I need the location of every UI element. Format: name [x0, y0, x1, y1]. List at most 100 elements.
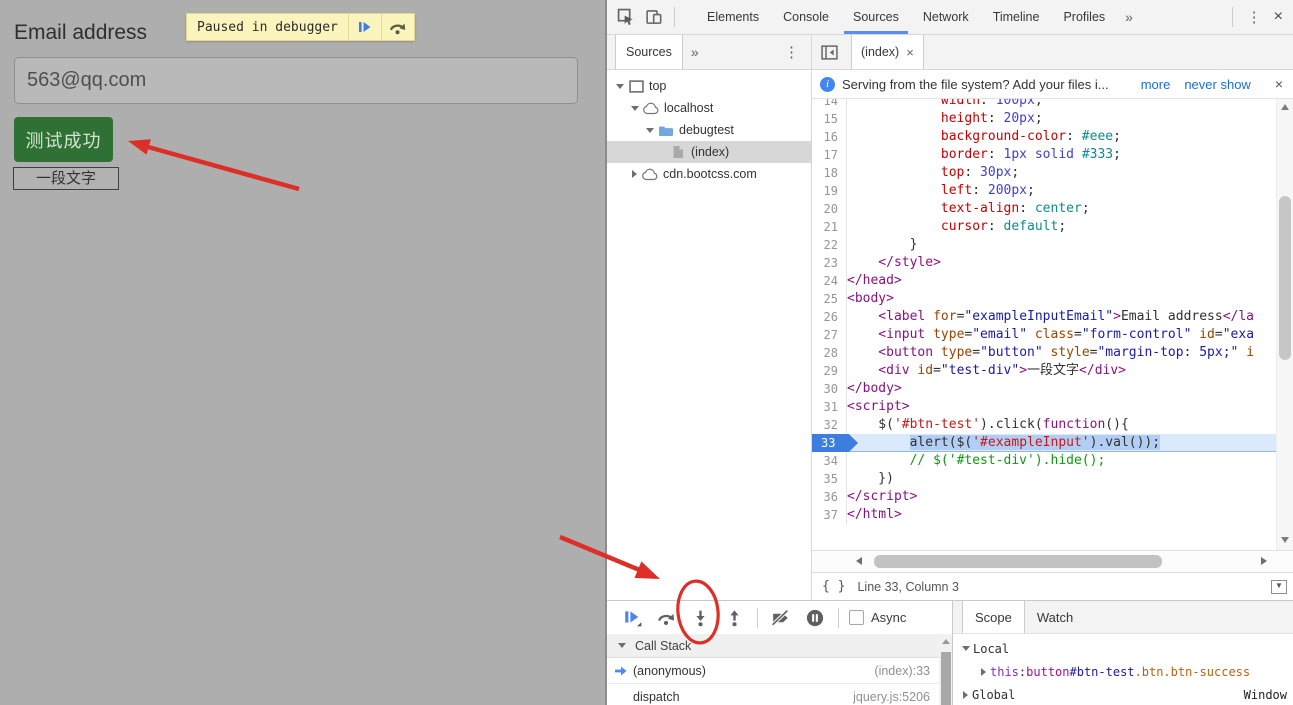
tab-elements[interactable]: Elements — [695, 0, 771, 34]
tab-console[interactable]: Console — [771, 0, 841, 34]
line-number[interactable]: 35 — [812, 470, 847, 488]
code-line[interactable]: background-color: #eee; — [847, 128, 1276, 146]
line-number[interactable]: 15 — [812, 110, 847, 128]
scroll-up-icon[interactable] — [1281, 104, 1289, 110]
line-number[interactable]: 22 — [812, 236, 847, 254]
email-input[interactable] — [14, 57, 578, 104]
tree-item-localhost[interactable]: localhost — [607, 97, 811, 119]
code-line[interactable]: cursor: default; — [847, 218, 1276, 236]
disclosure-icon[interactable] — [631, 105, 639, 111]
show-drawer-icon[interactable]: ▼ — [1271, 579, 1287, 594]
scope-row[interactable]: this: button #btn-test .btn.btn-success — [953, 660, 1293, 683]
code-line[interactable]: <button type="button" style="margin-top:… — [847, 344, 1276, 362]
line-number[interactable]: 24 — [812, 272, 847, 290]
editor-vertical-scrollbar[interactable] — [1276, 99, 1293, 550]
code-line[interactable]: <input type="email" class="form-control"… — [847, 326, 1276, 344]
step-over-icon[interactable] — [653, 606, 679, 630]
code-editor[interactable]: width: 100px; height: 20px; background-col… — [812, 99, 1293, 550]
notification-close-icon[interactable]: × — [1275, 76, 1283, 92]
code-line[interactable]: }) — [847, 470, 1276, 488]
scope-row-local[interactable]: Local — [953, 637, 1293, 660]
code-line[interactable]: </body> — [847, 380, 1276, 398]
resume-script-icon[interactable] — [349, 19, 381, 35]
line-number[interactable]: 29 — [812, 362, 847, 380]
code-line[interactable]: <script> — [847, 398, 1276, 416]
line-number[interactable]: 36 — [812, 488, 847, 506]
toggle-sidebar-icon[interactable] — [818, 42, 840, 62]
disclosure-icon[interactable] — [616, 83, 624, 89]
scroll-right-icon[interactable] — [1261, 557, 1267, 565]
line-number[interactable]: 27 — [812, 326, 847, 344]
pretty-print-icon[interactable]: { } — [812, 579, 857, 594]
never-show-link[interactable]: never show — [1184, 77, 1250, 92]
disclosure-icon[interactable] — [962, 646, 970, 651]
code-line[interactable]: left: 200px; — [847, 182, 1276, 200]
scope-row-global[interactable]: Global Window — [953, 683, 1293, 705]
code-line[interactable]: <body> — [847, 290, 1276, 308]
line-number[interactable]: 21 — [812, 218, 847, 236]
scroll-up-icon[interactable] — [941, 639, 950, 644]
execution-line-number[interactable]: 33 — [812, 434, 858, 452]
tab-network[interactable]: Network — [911, 0, 981, 34]
code-line[interactable]: </script> — [847, 488, 1276, 506]
tree-item--index-[interactable]: (index) — [607, 141, 811, 163]
step-into-icon[interactable] — [687, 606, 713, 630]
code-line[interactable]: width: 100px; — [847, 99, 1276, 110]
disclosure-icon[interactable] — [632, 170, 637, 178]
devtools-menu-icon[interactable]: ⋮ — [1239, 8, 1270, 26]
tree-item-top[interactable]: top — [607, 75, 811, 97]
line-number[interactable]: 30 — [812, 380, 847, 398]
sidebar-tab-watch[interactable]: Watch — [1025, 601, 1085, 633]
device-mode-icon[interactable] — [643, 7, 665, 27]
test-button[interactable]: 测试成功 — [14, 117, 113, 162]
line-number[interactable]: 32 — [812, 416, 847, 434]
inspect-element-icon[interactable] — [615, 7, 637, 27]
navigator-tab-sources[interactable]: Sources — [615, 35, 683, 69]
code-line[interactable]: top: 30px; — [847, 164, 1276, 182]
tab-profiles[interactable]: Profiles — [1051, 0, 1117, 34]
disclosure-icon[interactable] — [981, 667, 986, 676]
scroll-down-icon[interactable] — [1281, 537, 1289, 543]
editor-horizontal-scrollbar[interactable] — [812, 550, 1293, 572]
line-number[interactable]: 37 — [812, 506, 847, 524]
editor-tab-index[interactable]: (index) × — [851, 35, 924, 69]
line-number[interactable]: 19 — [812, 182, 847, 200]
more-tabs-chevron-icon[interactable]: » — [1117, 9, 1141, 25]
line-number[interactable]: 23 — [812, 254, 847, 272]
navigator-overflow-chevron-icon[interactable]: » — [683, 44, 707, 60]
call-stack-scrollbar[interactable] — [939, 634, 952, 705]
pause-on-exceptions-icon[interactable] — [802, 606, 828, 630]
horizontal-scroll-thumb[interactable] — [874, 555, 1162, 568]
call-stack-header[interactable]: Call Stack — [607, 634, 952, 658]
code-line[interactable]: $('#btn-test').click(function(){ — [847, 416, 1276, 434]
execution-code-line[interactable]: alert($('#exampleInput').val()); — [847, 434, 1276, 452]
line-number[interactable]: 26 — [812, 308, 847, 326]
tab-timeline[interactable]: Timeline — [981, 0, 1052, 34]
code-line[interactable]: height: 20px; — [847, 110, 1276, 128]
resume-script-icon[interactable] — [619, 606, 645, 630]
code-line[interactable]: border: 1px solid #333; — [847, 146, 1276, 164]
tab-sources[interactable]: Sources — [841, 0, 911, 34]
code-line[interactable]: </html> — [847, 506, 1276, 524]
async-checkbox[interactable] — [849, 610, 864, 625]
step-out-icon[interactable] — [721, 606, 747, 630]
line-number[interactable]: 20 — [812, 200, 847, 218]
call-stack-frame[interactable]: (anonymous) (index):33 — [607, 658, 952, 684]
line-number[interactable]: 18 — [812, 164, 847, 182]
tree-item-debugtest[interactable]: debugtest — [607, 119, 811, 141]
sidebar-tab-scope[interactable]: Scope — [962, 601, 1025, 633]
line-number[interactable]: 14 — [812, 99, 847, 110]
code-line[interactable]: </style> — [847, 254, 1276, 272]
line-number[interactable]: 31 — [812, 398, 847, 416]
navigator-menu-icon[interactable]: ⋮ — [776, 43, 811, 61]
code-line[interactable]: text-align: center; — [847, 200, 1276, 218]
line-number[interactable]: 28 — [812, 344, 847, 362]
call-stack-frame[interactable]: dispatch jquery.js:5206 — [607, 684, 952, 705]
line-number[interactable]: 17 — [812, 146, 847, 164]
code-line[interactable]: <div id="test-div">一段文字</div> — [847, 362, 1276, 380]
step-over-icon[interactable] — [382, 20, 414, 35]
editor-tab-close-icon[interactable]: × — [906, 45, 914, 60]
code-line[interactable]: <label for="exampleInputEmail">Email add… — [847, 308, 1276, 326]
line-number[interactable]: 34 — [812, 452, 847, 470]
disclosure-icon[interactable] — [646, 127, 654, 133]
